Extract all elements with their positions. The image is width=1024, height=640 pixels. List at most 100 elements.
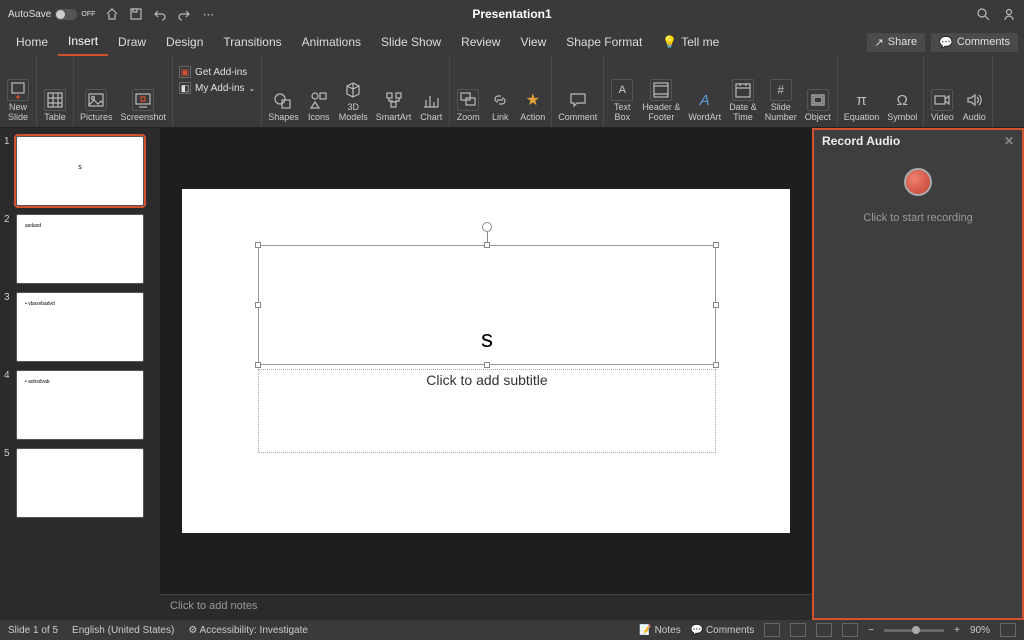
date-time-button[interactable]: Date & Time [729, 79, 757, 123]
record-hint: Click to start recording [863, 212, 972, 224]
work-area: 1s2asdasd3• vbasvbadvd4• avbsdvab5 s Cli… [0, 128, 1024, 620]
smartart-button[interactable]: SmartArt [376, 89, 412, 123]
home-icon[interactable] [105, 7, 119, 21]
autosave-toggle[interactable]: AutoSave OFF [8, 9, 95, 20]
my-addins-button[interactable]: ◧My Add-ins ⌄ [179, 82, 255, 94]
tab-insert[interactable]: Insert [58, 28, 108, 56]
slide-thumbnail[interactable]: asdasd [16, 214, 144, 284]
thumb-slot[interactable]: 4• avbsdvab [0, 368, 160, 446]
tab-review[interactable]: Review [451, 28, 510, 56]
record-button[interactable] [904, 168, 932, 196]
shapes-button[interactable]: Shapes [268, 89, 299, 123]
slide-thumbnail[interactable]: • avbsdvab [16, 370, 144, 440]
undo-icon[interactable] [153, 7, 167, 21]
icons-button[interactable]: Icons [307, 89, 331, 123]
slide-thumbnails[interactable]: 1s2asdasd 3 • vbasvbadvd4• avbsdvab 5 [0, 128, 160, 620]
pictures-button[interactable]: Pictures [80, 89, 113, 123]
equation-button[interactable]: πEquation [844, 89, 880, 123]
slide-number-button[interactable]: #Slide Number [765, 79, 797, 123]
tab-animations[interactable]: Animations [292, 28, 371, 56]
zoom-button[interactable]: Zoom [456, 89, 480, 123]
comments-button[interactable]: 💬Comments [931, 33, 1018, 52]
screenshot-button[interactable]: Screenshot [121, 89, 167, 123]
comment-icon: 💬 [939, 36, 953, 49]
language-status[interactable]: English (United States) [72, 625, 174, 636]
more-icon[interactable]: ⋯ [201, 7, 215, 21]
video-button[interactable]: Video [930, 89, 954, 123]
save-icon[interactable] [129, 7, 143, 21]
ribbon-tabs: Home Insert Draw Design Transitions Anim… [0, 28, 1024, 56]
status-bar: Slide 1 of 5 English (United States) ⚙ A… [0, 620, 1024, 640]
rotate-handle-icon[interactable] [482, 222, 492, 232]
object-button[interactable]: Object [805, 89, 831, 123]
symbol-button[interactable]: ΩSymbol [887, 89, 917, 123]
canvas-area: s Click to add subtitle Click to add not… [160, 128, 812, 620]
account-icon[interactable] [1002, 7, 1016, 21]
share-icon: ↗ [875, 36, 884, 49]
slide-thumbnail[interactable] [16, 448, 144, 518]
slideshow-view-icon[interactable] [842, 623, 858, 637]
tab-transitions[interactable]: Transitions [213, 28, 291, 56]
slide-thumbnail[interactable]: • vbasvbadvd [16, 292, 144, 362]
sorter-view-icon[interactable] [790, 623, 806, 637]
bulb-icon: 💡 [662, 35, 677, 49]
slide-position[interactable]: Slide 1 of 5 [8, 625, 58, 636]
header-footer-button[interactable]: Header & Footer [642, 79, 680, 123]
tab-view[interactable]: View [510, 28, 556, 56]
toggle-switch-icon[interactable] [55, 9, 77, 20]
tab-shapeformat[interactable]: Shape Format [556, 28, 652, 56]
thumb-number: 1 [4, 136, 12, 147]
subtitle-placeholder[interactable]: Click to add subtitle [258, 369, 716, 453]
title-placeholder[interactable]: s [258, 245, 716, 365]
zoom-in-icon[interactable]: + [954, 625, 960, 636]
accessibility-status[interactable]: ⚙ Accessibility: Investigate [188, 625, 308, 636]
close-icon[interactable]: ✕ [1004, 134, 1014, 148]
comment-button[interactable]: Comment [558, 89, 597, 123]
textbox-button[interactable]: AText Box [610, 79, 634, 123]
share-button[interactable]: ↗Share [867, 33, 926, 52]
tab-draw[interactable]: Draw [108, 28, 156, 56]
slide-thumbnail[interactable]: s [16, 136, 144, 206]
window-title: Presentation1 [472, 7, 551, 21]
zoom-slider[interactable] [884, 629, 944, 632]
new-slide-button[interactable]: New Slide [6, 79, 30, 123]
thumb-slot[interactable]: 3 • vbasvbadvd [0, 290, 160, 368]
ribbon: New Slide Table Pictures Screenshot ▣Get… [0, 56, 1024, 128]
3d-models-button[interactable]: 3D Models [339, 79, 368, 123]
tab-design[interactable]: Design [156, 28, 213, 56]
link-button[interactable]: Link [488, 89, 512, 123]
thumb-slot[interactable]: 5 [0, 446, 160, 524]
slide-canvas[interactable]: s Click to add subtitle [160, 128, 812, 594]
fit-window-icon[interactable] [1000, 623, 1016, 637]
slide[interactable]: s Click to add subtitle [182, 189, 790, 533]
search-icon[interactable] [976, 7, 990, 21]
audio-button[interactable]: Audio [962, 89, 986, 123]
autosave-state: OFF [81, 11, 95, 18]
title-bar: AutoSave OFF ⋯ Presentation1 [0, 0, 1024, 28]
tab-home[interactable]: Home [6, 28, 58, 56]
reading-view-icon[interactable] [816, 623, 832, 637]
zoom-percent[interactable]: 90% [970, 625, 990, 636]
thumb-slot[interactable]: 1s [0, 134, 160, 212]
zoom-out-icon[interactable]: − [868, 625, 874, 636]
get-addins-button[interactable]: ▣Get Add-ins [179, 66, 247, 78]
action-button[interactable]: ★Action [520, 89, 545, 123]
table-button[interactable]: Table [43, 89, 67, 123]
notes-pane[interactable]: Click to add notes [160, 594, 812, 620]
thumb-number: 3 [4, 292, 12, 303]
notes-toggle[interactable]: 📝 Notes [639, 625, 680, 636]
tab-slideshow[interactable]: Slide Show [371, 28, 451, 56]
title-text[interactable]: s [481, 326, 493, 354]
record-audio-panel: Record Audio ✕ Click to start recording [812, 128, 1024, 620]
thumb-slot[interactable]: 2asdasd [0, 212, 160, 290]
addins-group: ▣Get Add-ins ◧My Add-ins ⌄ [179, 60, 255, 94]
tell-me[interactable]: 💡Tell me [652, 28, 729, 56]
normal-view-icon[interactable] [764, 623, 780, 637]
chart-button[interactable]: Chart [419, 89, 443, 123]
thumb-number: 5 [4, 448, 12, 459]
wordart-button[interactable]: AWordArt [688, 89, 721, 123]
redo-icon[interactable] [177, 7, 191, 21]
subtitle-text[interactable]: Click to add subtitle [426, 372, 547, 388]
comments-toggle[interactable]: 💬 Comments [691, 625, 755, 636]
panel-title: Record Audio [822, 134, 900, 148]
